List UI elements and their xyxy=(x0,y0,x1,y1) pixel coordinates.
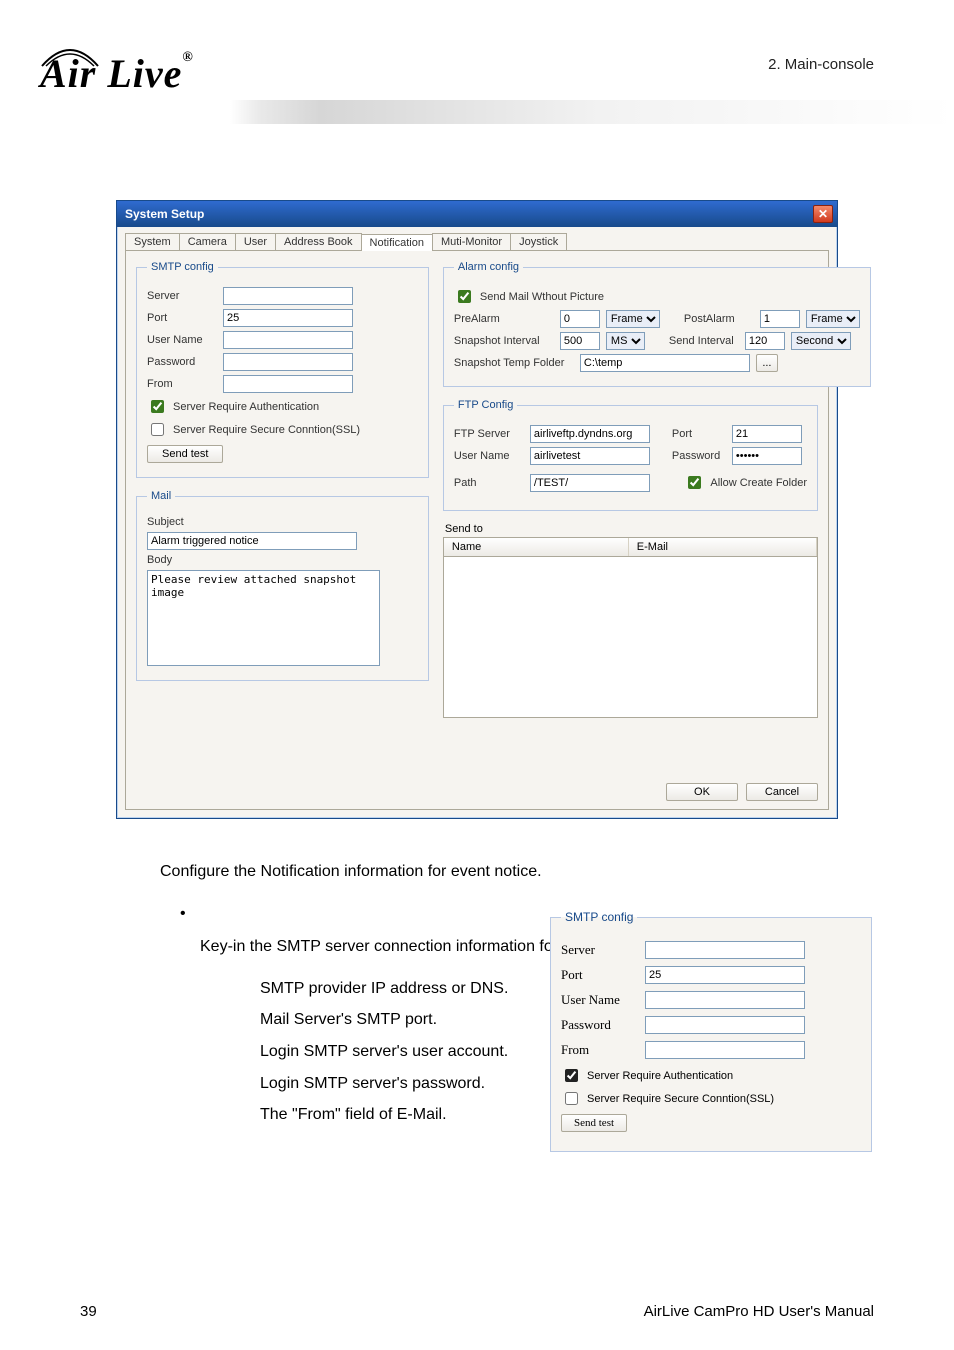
ftp-createfolder-check[interactable] xyxy=(688,476,701,489)
snap-int-input[interactable] xyxy=(560,332,600,350)
send-test-button[interactable]: Send test xyxy=(147,445,223,463)
mail-group: Mail Subject Body xyxy=(136,490,429,681)
smtp2-legend: SMTP config xyxy=(561,910,637,924)
alarm-config-group: Alarm config Send Mail Wthout Picture Pr… xyxy=(443,261,871,387)
mail-subject-input[interactable] xyxy=(147,532,357,550)
prealarm-label: PreAlarm xyxy=(454,313,554,325)
header-divider xyxy=(0,100,954,124)
footer-text: AirLive CamPro HD User's Manual xyxy=(644,1303,874,1320)
smtp2-pass-label: Password xyxy=(561,1017,639,1033)
ftp-user-input[interactable] xyxy=(530,447,650,465)
smtp2-auth-checkbox[interactable]: Server Require Authentication xyxy=(561,1066,861,1085)
smtp2-sendtest-button[interactable]: Send test xyxy=(561,1114,627,1132)
postalarm-input[interactable] xyxy=(760,310,800,328)
ftp-pass-label: Password xyxy=(672,450,726,462)
smtp2-auth-check[interactable] xyxy=(565,1069,578,1082)
snap-int-unit[interactable]: MS xyxy=(606,332,645,350)
system-setup-dialog: System Setup ✕ System Camera User Addres… xyxy=(116,200,838,819)
snap-folder-label: Snapshot Temp Folder xyxy=(454,357,574,369)
smtp-server-input[interactable] xyxy=(223,287,353,305)
postalarm-label: PostAlarm xyxy=(684,313,754,325)
tab-joystick[interactable]: Joystick xyxy=(510,233,567,250)
smtp2-port-input[interactable] xyxy=(645,966,805,984)
ftp-server-input[interactable] xyxy=(530,425,650,443)
ftp-server-label: FTP Server xyxy=(454,428,524,440)
sendto-listbox[interactable] xyxy=(443,557,818,718)
tab-camera[interactable]: Camera xyxy=(179,233,236,250)
snap-folder-input[interactable] xyxy=(580,354,750,372)
ftp-path-input[interactable] xyxy=(530,474,650,492)
smtp-config-cutout: SMTP config Server Port User Name Passwo… xyxy=(550,910,872,1152)
smtp-auth-check[interactable] xyxy=(151,400,164,413)
tab-system[interactable]: System xyxy=(125,233,180,250)
smtp2-server-input[interactable] xyxy=(645,941,805,959)
alarm-nopic-check[interactable] xyxy=(458,290,471,303)
ftp-path-label: Path xyxy=(454,477,524,489)
mail-subject-label: Subject xyxy=(147,516,217,528)
smtp2-server-label: Server xyxy=(561,942,639,958)
smtp-from-input[interactable] xyxy=(223,375,353,393)
smtp2-user-label: User Name xyxy=(561,992,639,1008)
sendto-list-header: Name E-Mail xyxy=(443,537,818,557)
dialog-title: System Setup xyxy=(125,207,204,221)
smtp2-port-label: Port xyxy=(561,967,639,983)
ftp-pass-input[interactable] xyxy=(732,447,802,465)
tab-bar: System Camera User Address Book Notifica… xyxy=(117,227,837,250)
smtp-pass-input[interactable] xyxy=(223,353,353,371)
smtp-port-label: Port xyxy=(147,312,217,324)
close-icon[interactable]: ✕ xyxy=(813,205,833,223)
smtp-pass-label: Password xyxy=(147,356,217,368)
section-header: 2. Main-console xyxy=(768,56,874,73)
smtp-port-input[interactable] xyxy=(223,309,353,327)
smtp-user-input[interactable] xyxy=(223,331,353,349)
smtp2-ssl-check[interactable] xyxy=(565,1092,578,1105)
sendto-col-email[interactable]: E-Mail xyxy=(629,538,817,556)
logo-text: Air Live® xyxy=(40,50,194,97)
smtp-config-group: SMTP config Server Port User Name Passwo… xyxy=(136,261,429,478)
ftp-createfolder-checkbox[interactable]: Allow Create Folder xyxy=(684,473,807,492)
prealarm-unit[interactable]: Frame xyxy=(606,310,660,328)
alarm-legend: Alarm config xyxy=(454,261,523,273)
smtp2-from-input[interactable] xyxy=(645,1041,805,1059)
mail-body-label: Body xyxy=(147,554,217,566)
tab-notification[interactable]: Notification xyxy=(361,234,433,251)
ftp-port-label: Port xyxy=(672,428,726,440)
smtp-user-label: User Name xyxy=(147,334,217,346)
smtp2-user-input[interactable] xyxy=(645,991,805,1009)
dialog-titlebar[interactable]: System Setup ✕ xyxy=(117,201,837,227)
smtp-server-label: Server xyxy=(147,290,217,302)
tab-muti-monitor[interactable]: Muti-Monitor xyxy=(432,233,511,250)
prealarm-input[interactable] xyxy=(560,310,600,328)
sendto-col-name[interactable]: Name xyxy=(444,538,629,556)
smtp-from-label: From xyxy=(147,378,217,390)
mail-legend: Mail xyxy=(147,490,175,502)
smtp-auth-checkbox[interactable]: Server Require Authentication xyxy=(147,397,418,416)
smtp2-from-label: From xyxy=(561,1042,639,1058)
send-int-unit[interactable]: Second xyxy=(791,332,851,350)
smtp2-ssl-checkbox[interactable]: Server Require Secure Conntion(SSL) xyxy=(561,1089,861,1108)
page-number: 39 xyxy=(80,1303,97,1320)
ftp-legend: FTP Config xyxy=(454,399,517,411)
ftp-config-group: FTP Config FTP Server Port User Name xyxy=(443,399,818,511)
sendto-label: Send to xyxy=(445,523,818,535)
alarm-nopic-checkbox[interactable]: Send Mail Wthout Picture xyxy=(454,287,860,306)
send-int-input[interactable] xyxy=(745,332,785,350)
cancel-button[interactable]: Cancel xyxy=(746,783,818,801)
ftp-user-label: User Name xyxy=(454,450,524,462)
browse-button[interactable]: ... xyxy=(756,354,778,372)
postalarm-unit[interactable]: Frame xyxy=(806,310,860,328)
smtp-ssl-checkbox[interactable]: Server Require Secure Conntion(SSL) xyxy=(147,420,418,439)
ftp-port-input[interactable] xyxy=(732,425,802,443)
send-int-label: Send Interval xyxy=(669,335,739,347)
tab-address-book[interactable]: Address Book xyxy=(275,233,361,250)
tab-panel-notification: SMTP config Server Port User Name Passwo… xyxy=(125,250,829,810)
intro-text: Configure the Notification information f… xyxy=(160,859,834,885)
mail-body-input[interactable] xyxy=(147,570,380,666)
ok-button[interactable]: OK xyxy=(666,783,738,801)
snap-int-label: Snapshot Interval xyxy=(454,335,554,347)
smtp-ssl-check[interactable] xyxy=(151,423,164,436)
smtp2-pass-input[interactable] xyxy=(645,1016,805,1034)
smtp-legend: SMTP config xyxy=(147,261,218,273)
tab-user[interactable]: User xyxy=(235,233,276,250)
